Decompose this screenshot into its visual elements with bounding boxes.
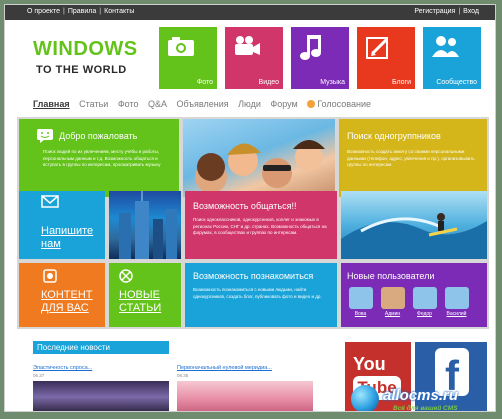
- tile-photo-label: Фото: [196, 79, 213, 86]
- rules-link[interactable]: Правила: [68, 8, 96, 15]
- nav-voting-label: Голосование: [317, 99, 371, 109]
- voting-icon: [307, 100, 316, 108]
- main-nav: Главная Статьи Фото Q&A Объявления Люди …: [33, 99, 385, 109]
- tile-music[interactable]: Музыка: [291, 27, 349, 89]
- site-logo[interactable]: WINDOWS TO THE WORLD: [33, 38, 148, 88]
- communicate-title: Возможность общаться!!: [193, 201, 297, 211]
- meet-tile[interactable]: Возможность познакомиться Возможность по…: [185, 263, 337, 327]
- content-line1: КОНТЕНТ: [41, 289, 93, 301]
- user-card[interactable]: Василий: [443, 287, 470, 317]
- register-link[interactable]: Регистрация: [414, 8, 455, 15]
- new-articles-line1: НОВЫЕ: [119, 289, 160, 301]
- tile-video-label: Видео: [258, 79, 279, 86]
- user-card[interactable]: Федор: [411, 287, 438, 317]
- youtube-you-text: You: [353, 354, 386, 374]
- window-frame: О проекте | Правила | Контакты Регистрация | В…: [0, 0, 502, 419]
- communicate-tile[interactable]: Возможность общаться!! Поиск одноклассни…: [185, 191, 337, 259]
- news-thumbnail[interactable]: [33, 381, 169, 411]
- video-camera-icon: [235, 36, 260, 55]
- envelope-icon: [41, 195, 59, 208]
- meet-desc: Возможность познакомиться с новыми людьм…: [193, 287, 322, 299]
- tile-community[interactable]: Сообщество: [423, 27, 481, 89]
- nav-qa[interactable]: Q&A: [148, 99, 167, 109]
- contacts-link[interactable]: Контакты: [104, 8, 134, 15]
- community-icon: [432, 36, 459, 57]
- avatar: [412, 287, 437, 309]
- nav-voting[interactable]: Голосование: [307, 99, 378, 109]
- latest-news-header: Последние новости: [33, 341, 169, 354]
- top-bar-left-links: О проекте | Правила | Контакты: [27, 8, 135, 15]
- page: О проекте | Правила | Контакты Регистрация | В…: [4, 4, 496, 412]
- user-name[interactable]: Админ: [379, 311, 406, 317]
- news-link[interactable]: Эластичность спроса...: [33, 365, 92, 371]
- nav-home[interactable]: Главная: [33, 99, 70, 109]
- globe-icon: [351, 385, 379, 411]
- new-articles-tile[interactable]: НОВЫЕ СТАТЬИ: [109, 263, 181, 327]
- write-us-line2: нам: [41, 238, 61, 250]
- watermark-tagline: Всё для вашей CMS: [393, 405, 458, 412]
- news-thumbnail[interactable]: [177, 381, 313, 411]
- nav-photo[interactable]: Фото: [118, 99, 139, 109]
- watermark-badge: allocms.ru Всё для вашей CMS: [337, 385, 495, 412]
- happy-friends-image: [195, 140, 325, 193]
- music-note-icon: [300, 35, 321, 60]
- avatar: [380, 287, 405, 309]
- welcome-title: Добро пожаловать: [59, 131, 138, 141]
- content-tile[interactable]: КОНТЕНТ ДЛЯ ВАС: [19, 263, 105, 327]
- skyscraper-image: [119, 191, 177, 259]
- user-name[interactable]: Федор: [411, 311, 438, 317]
- write-us-line1: Напишите: [41, 225, 94, 237]
- top-bar: О проекте | Правила | Контакты Регистрация | В…: [5, 5, 495, 20]
- classmates-tile[interactable]: Поиск одногруппников Возможность создать…: [339, 119, 487, 197]
- about-link[interactable]: О проекте: [27, 8, 60, 15]
- communicate-desc: Поиск одноклассников, однокурсников, кол…: [193, 217, 327, 235]
- classmates-title: Поиск одногруппников: [347, 131, 441, 141]
- user-name[interactable]: Вова: [347, 311, 374, 317]
- blog-pen-icon: [366, 37, 389, 59]
- surfer-photo: [341, 191, 487, 259]
- nav-people[interactable]: Люди: [238, 99, 261, 109]
- login-link[interactable]: Вход: [463, 8, 479, 15]
- user-card[interactable]: Админ: [379, 287, 406, 317]
- classmates-desc: Возможность создать анкету со своими пер…: [347, 149, 475, 167]
- tile-blogs[interactable]: Блоги: [357, 27, 415, 89]
- nav-ads[interactable]: Объявления: [177, 99, 229, 109]
- welcome-tile[interactable]: Добро пожаловать Поиск людей по их увлеч…: [19, 119, 179, 197]
- tile-blogs-label: Блоги: [391, 79, 411, 86]
- avatar: [348, 287, 373, 309]
- watermark-site: allocms.ru: [383, 387, 459, 404]
- tile-music-label: Музыка: [320, 79, 345, 86]
- surfer-image: [341, 213, 487, 259]
- city-photo: [109, 191, 181, 259]
- meet-title: Возможность познакомиться: [193, 271, 314, 281]
- chat-smile-icon: [37, 129, 53, 143]
- content-line2: ДЛЯ ВАС: [41, 302, 89, 314]
- logo-line2: TO THE WORLD: [36, 64, 127, 76]
- tile-photo[interactable]: Фото: [159, 27, 217, 89]
- nav-forum[interactable]: Форум: [270, 99, 297, 109]
- xbox-icon: [119, 269, 133, 283]
- user-name[interactable]: Василий: [443, 311, 470, 317]
- news-link[interactable]: Первоначальный нулевой меридиа...: [177, 365, 272, 371]
- new-articles-line2: СТАТЬИ: [119, 302, 162, 314]
- people-photo: [183, 119, 335, 197]
- new-users-title: Новые пользователи: [347, 271, 435, 281]
- top-bar-right-links: Регистрация | Вход: [414, 8, 479, 15]
- tile-video[interactable]: Видео: [225, 27, 283, 89]
- camera-icon: [168, 37, 194, 56]
- tile-community-label: Сообщество: [436, 79, 477, 86]
- welcome-desc: Поиск людей по их увлечениям, месту учёб…: [43, 149, 161, 167]
- nav-articles[interactable]: Статьи: [79, 99, 108, 109]
- write-us-tile[interactable]: Напишите нам: [19, 191, 105, 259]
- content-icon: [43, 269, 57, 283]
- user-card[interactable]: Вова: [347, 287, 374, 317]
- news-date: 06.37: [33, 373, 45, 378]
- news-date: 06.35: [177, 373, 189, 378]
- logo-line1: WINDOWS: [33, 38, 138, 60]
- avatar: [444, 287, 469, 309]
